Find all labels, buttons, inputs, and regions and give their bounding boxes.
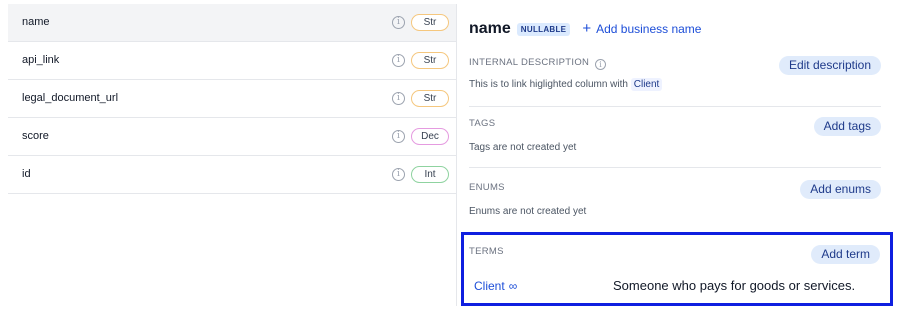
enums-section: ENUMS Add enums Enums are not created ye… — [469, 180, 881, 230]
description-text: This is to link higlighted column with C… — [469, 78, 663, 91]
plus-icon: + — [582, 20, 592, 37]
add-tags-button[interactable]: Add tags — [813, 117, 881, 136]
type-badge: Str — [411, 14, 449, 31]
term-definition: Someone who pays for goods or services. — [613, 278, 856, 293]
column-row-legal-document-url[interactable]: legal_document_url i Str — [8, 80, 456, 118]
info-icon[interactable]: i — [595, 59, 607, 70]
terms-section: TERMS Add term Client ∞ Someone who pays… — [461, 232, 893, 306]
type-badge: Str — [411, 52, 449, 69]
info-icon[interactable]: i — [392, 92, 405, 105]
section-label: TERMS — [469, 246, 504, 257]
client-tag[interactable]: Client — [630, 78, 663, 91]
column-name: api_link — [22, 54, 60, 66]
column-list: name i Str api_link i Str legal_document… — [8, 4, 456, 194]
add-business-name-button[interactable]: + Add business name — [582, 20, 702, 37]
link-icon: ∞ — [508, 279, 518, 293]
type-badge: Dec — [411, 128, 449, 145]
section-label: TAGS — [469, 118, 496, 129]
column-name: id — [22, 168, 31, 180]
type-badge: Str — [411, 90, 449, 107]
internal-description-section: INTERNAL DESCRIPTION i Edit description T… — [469, 56, 881, 106]
divider — [469, 106, 881, 107]
add-business-name-label: Add business name — [596, 22, 702, 36]
section-label: ENUMS — [469, 182, 505, 193]
info-icon[interactable]: i — [392, 16, 405, 29]
column-row-name[interactable]: name i Str — [8, 4, 456, 42]
info-icon[interactable]: i — [392, 54, 405, 67]
detail-header: name NULLABLE + Add business name — [469, 20, 701, 38]
term-link[interactable]: Client ∞ — [474, 279, 517, 293]
detail-title: name — [469, 20, 511, 37]
tags-section: TAGS Add tags Tags are not created yet — [469, 117, 881, 167]
column-row-api-link[interactable]: api_link i Str — [8, 42, 456, 80]
column-row-score[interactable]: score i Dec — [8, 118, 456, 156]
type-badge: Int — [411, 166, 449, 183]
info-icon[interactable]: i — [392, 130, 405, 143]
add-term-button[interactable]: Add term — [811, 245, 880, 264]
column-name: name — [22, 16, 50, 28]
add-enums-button[interactable]: Add enums — [800, 180, 881, 199]
info-icon[interactable]: i — [392, 168, 405, 181]
tags-empty-text: Tags are not created yet — [469, 142, 577, 153]
divider — [469, 167, 881, 168]
enums-empty-text: Enums are not created yet — [469, 206, 587, 217]
column-row-id[interactable]: id i Int — [8, 156, 456, 194]
column-name: score — [22, 130, 49, 142]
edit-description-button[interactable]: Edit description — [778, 56, 881, 75]
section-label: INTERNAL DESCRIPTION i — [469, 57, 607, 70]
term-name: Client — [474, 279, 505, 293]
column-name: legal_document_url — [22, 92, 119, 104]
nullable-badge: NULLABLE — [516, 22, 571, 36]
